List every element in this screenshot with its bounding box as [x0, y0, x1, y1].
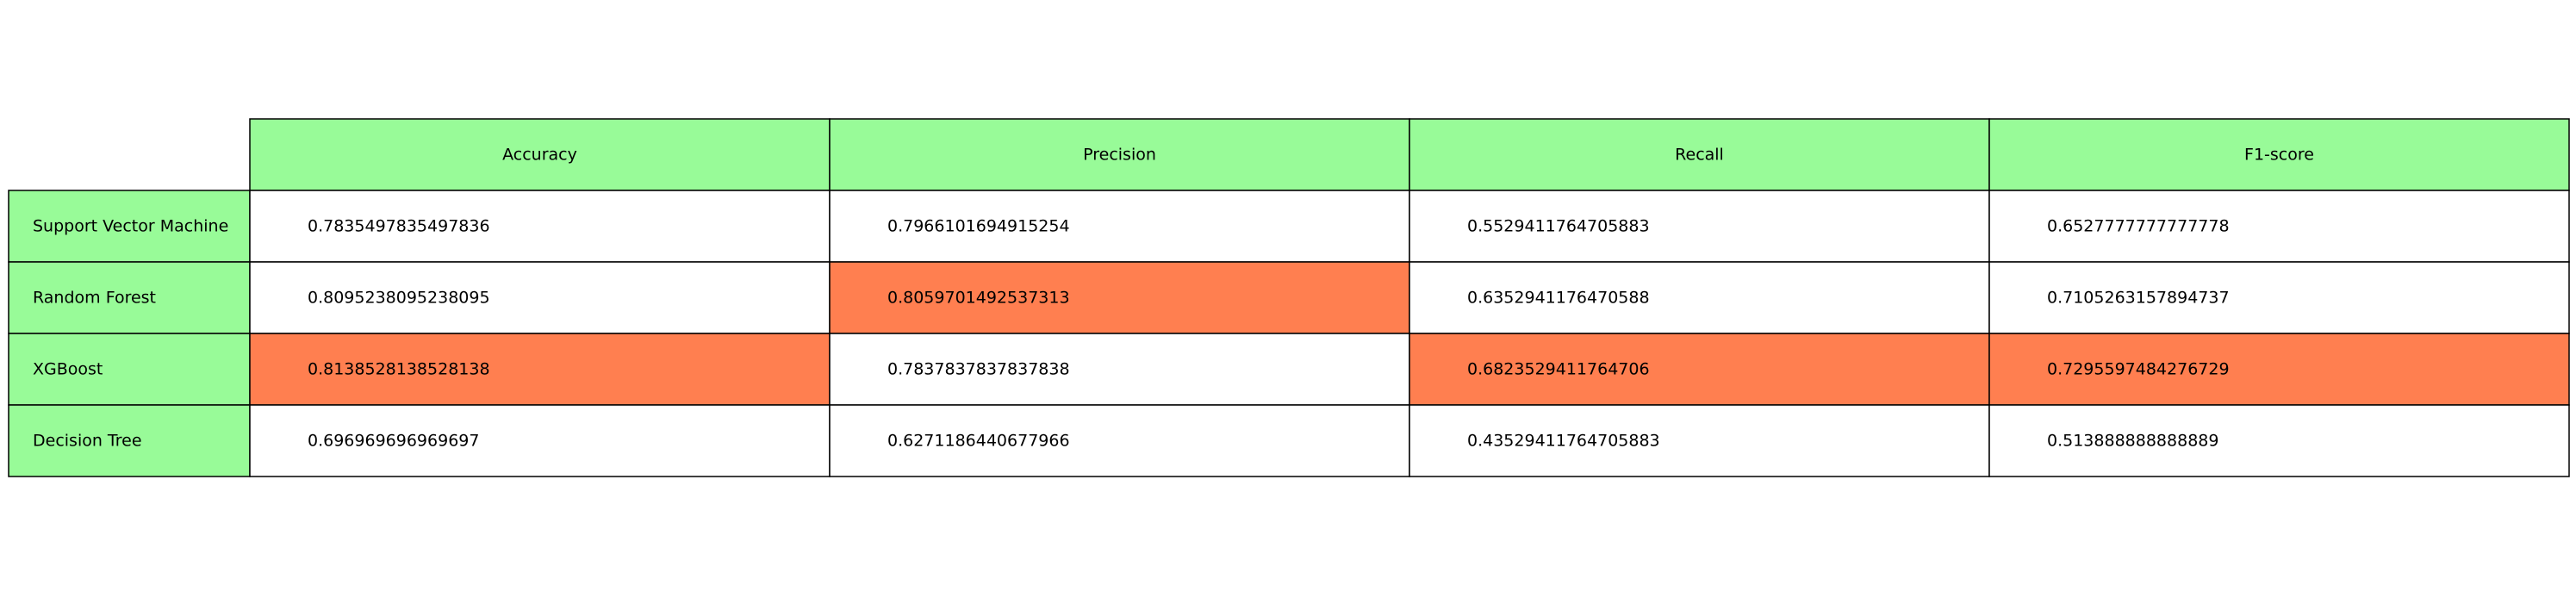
- value-label: 0.7295597484276729: [2047, 360, 2230, 379]
- value-label: 0.7105263157894737: [2047, 289, 2230, 308]
- results-table-figure: Accuracy Precision Recall F1-score Support V…: [0, 0, 2576, 595]
- value-label: 0.6271186440677966: [887, 432, 1070, 451]
- row-label: Decision Tree: [33, 432, 142, 451]
- value-label: 0.6352941176470588: [1467, 289, 1650, 308]
- column-header-label: F1-score: [2244, 146, 2314, 165]
- value-label: 0.7835497835497836: [308, 217, 490, 236]
- column-header-label: Precision: [1083, 146, 1156, 165]
- row-label: Random Forest: [33, 289, 156, 308]
- column-header-label: Accuracy: [502, 146, 577, 165]
- results-table: Accuracy Precision Recall F1-score Support V…: [8, 118, 2570, 477]
- value-label: 0.43529411764705883: [1467, 432, 1660, 451]
- value-label: 0.8138528138528138: [308, 360, 490, 379]
- value-label: 0.513888888888889: [2047, 432, 2218, 451]
- value-label: 0.6527777777777778: [2047, 217, 2230, 236]
- row-label: Support Vector Machine: [33, 217, 228, 236]
- value-label: 0.8059701492537313: [887, 289, 1070, 308]
- column-header-label: Recall: [1675, 146, 1724, 165]
- value-label: 0.7966101694915254: [887, 217, 1070, 236]
- value-label: 0.8095238095238095: [308, 289, 490, 308]
- value-label: 0.6823529411764706: [1467, 360, 1650, 379]
- value-label: 0.696969696969697: [308, 432, 479, 451]
- row-label: XGBoost: [33, 360, 103, 379]
- value-label: 0.7837837837837838: [887, 360, 1070, 379]
- value-label: 0.5529411764705883: [1467, 217, 1650, 236]
